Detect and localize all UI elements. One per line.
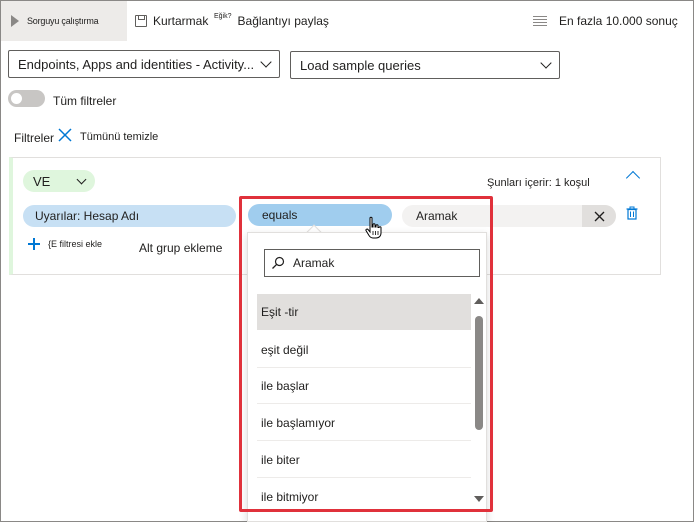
sample-queries-value: Load sample queries [300,57,421,73]
save-label: Kurtarmak [153,14,209,28]
save-button[interactable]: Kurtarmak [135,14,208,28]
add-subgroup-button[interactable]: Alt grup ekleme [139,241,222,255]
highlight-box [239,196,493,512]
chevron-down-icon [76,174,87,184]
chevron-down-icon [540,57,552,69]
list-icon [533,16,547,26]
save-icon [135,15,147,27]
toggle-knob [11,93,22,104]
result-limit-selector[interactable]: En fazla 10.000 sonuç [533,14,678,28]
share-link-button[interactable]: Eğik? Bağlantıyı paylaş [214,12,329,29]
filters-label: Filtreler [14,131,55,145]
clear-all-button[interactable]: Tümünü temizle [80,131,158,143]
play-icon [11,15,19,27]
run-query-button[interactable]: Sorguyu çalıştırma [1,1,127,41]
close-icon[interactable] [58,128,72,142]
field-selector[interactable]: Uyarılar: Hesap Adı [23,205,236,227]
sample-queries-dropdown[interactable]: Load sample queries [290,51,560,79]
run-query-label: Sorguyu çalıştırma [27,16,99,26]
hand-cursor-icon [365,216,382,239]
close-icon [594,211,604,221]
field-value: Uyarılar: Hesap Adı [35,209,140,223]
result-limit-label: En fazla 10.000 sonuç [559,14,678,28]
all-filters-label: Tüm filtreler [53,94,117,108]
trash-icon[interactable] [625,206,639,220]
group-operator-value: VE [33,173,51,189]
share-link-label: Bağlantıyı paylaş [237,14,329,28]
chevron-down-icon [260,56,272,68]
schema-dropdown[interactable]: Endpoints, Apps and identities - Activit… [8,50,280,78]
schema-dropdown-value: Endpoints, Apps and identities - Activit… [18,56,255,72]
plus-icon [28,238,40,250]
share-icon: Eğik? [214,12,232,20]
add-filter-button[interactable]: {E filtresi ekle [28,238,102,250]
group-operator-dropdown[interactable]: VE [23,170,95,192]
add-filter-label: {E filtresi ekle [48,239,103,249]
condition-count-label: Şunları içerir: 1 koşul [487,177,590,189]
clear-value-button[interactable] [582,205,616,227]
all-filters-toggle[interactable] [8,90,45,107]
